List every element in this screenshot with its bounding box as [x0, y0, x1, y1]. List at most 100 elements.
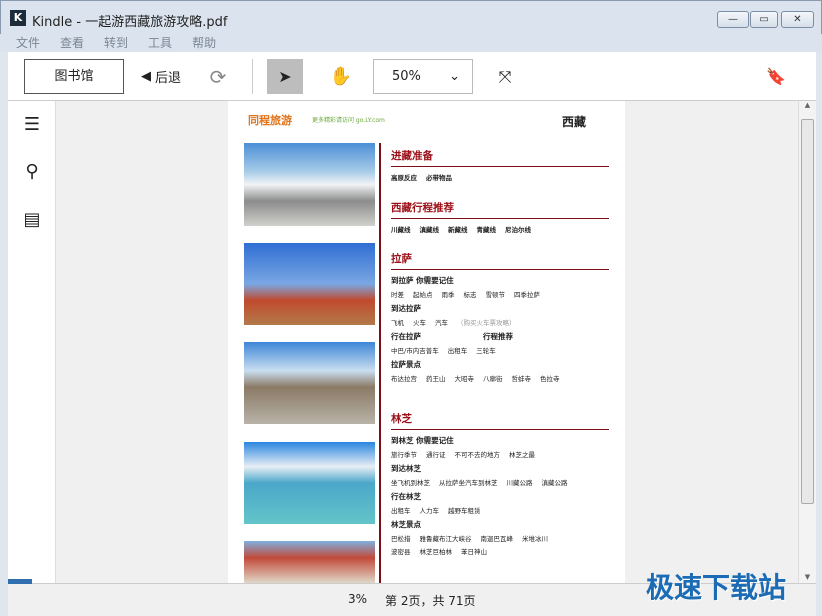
section-title: 进藏准备 — [391, 148, 609, 167]
link[interactable]: 不可不去的地方 — [455, 451, 501, 459]
scroll-up-icon[interactable]: ▲ — [799, 101, 816, 109]
notes-icon[interactable]: ▤ — [20, 208, 44, 232]
sidebar: ☰ ⚲ ▤ — [8, 101, 56, 583]
link[interactable]: 滇藏公路 — [542, 479, 568, 487]
link[interactable]: 旅行季节 — [391, 451, 417, 459]
link[interactable]: 高原反应 — [391, 174, 417, 182]
link[interactable]: 通行证 — [426, 451, 446, 459]
building-photo — [244, 541, 375, 583]
link[interactable]: 人力车 — [420, 507, 440, 515]
link[interactable]: 出租车 — [448, 347, 468, 355]
section-prep: 进藏准备 高原反应 必带物品 — [391, 148, 609, 185]
link[interactable]: 尼泊尔线 — [505, 226, 531, 234]
lake-photo — [244, 442, 375, 524]
link[interactable]: 越野车租赁 — [448, 507, 481, 515]
link[interactable]: 出租车 — [391, 507, 411, 515]
link[interactable]: 雪顿节 — [486, 291, 506, 299]
link[interactable]: 林芝巨柏林 — [420, 548, 453, 556]
library-button[interactable]: 图书馆 — [24, 59, 124, 94]
link[interactable]: 波密县 — [391, 548, 411, 556]
link[interactable]: 汽车 — [435, 319, 448, 327]
reading-progress-bar — [8, 579, 32, 584]
add-bookmark-icon[interactable]: 🔖 — [764, 59, 788, 94]
subheading: 林芝景点 — [391, 519, 609, 530]
link[interactable]: 坐飞机到林芝 — [391, 479, 430, 487]
chevron-down-icon: ⌄ — [449, 60, 460, 93]
link[interactable]: 必带物品 — [426, 174, 452, 182]
select-cursor-button[interactable]: ➤ — [267, 59, 303, 94]
menu-file[interactable]: 文件 — [16, 34, 40, 51]
link[interactable]: 新藏线 — [448, 226, 468, 234]
link[interactable]: 色拉寺 — [540, 375, 560, 383]
link[interactable]: 川藏线 — [391, 226, 411, 234]
scroll-thumb[interactable] — [801, 119, 814, 504]
minimize-button[interactable]: — — [717, 11, 749, 28]
refresh-icon[interactable]: ⟳ — [203, 59, 233, 94]
subheading: 到达林芝 — [391, 463, 609, 474]
zoom-value: 50% — [392, 69, 421, 84]
section-title: 西藏行程推荐 — [391, 200, 609, 219]
link[interactable]: 布达拉宫 — [391, 375, 417, 383]
link[interactable]: 八廓街 — [483, 375, 503, 383]
subheading: 行在林芝 — [391, 491, 609, 502]
fullscreen-icon[interactable]: ⤧ — [490, 59, 520, 94]
link[interactable]: 中巴/市内吉普车 — [391, 347, 439, 355]
subheading: 行在拉萨 — [391, 332, 421, 341]
subheading: 到达拉萨 — [391, 303, 609, 314]
section-lhasa: 拉萨 到拉萨 你需要记住 时差起始点雨季标志雪顿节四季拉萨 到达拉萨 飞机火车汽… — [391, 251, 609, 386]
table-of-contents-icon[interactable]: ☰ — [20, 113, 44, 137]
link[interactable]: 时差 — [391, 291, 404, 299]
menu-bar: 文件 查看 转到 工具 帮助 — [0, 34, 822, 52]
link[interactable]: 林芝之最 — [509, 451, 535, 459]
link[interactable]: 米堆冰川 — [522, 535, 548, 543]
link[interactable]: 药王山 — [426, 375, 446, 383]
divider-line — [379, 143, 381, 583]
menu-goto[interactable]: 转到 — [104, 34, 128, 51]
watermark: 极速下载站 — [646, 566, 786, 606]
hand-tool-button[interactable]: ✋ — [326, 59, 356, 94]
link[interactable]: 雅鲁藏布江大峡谷 — [420, 535, 472, 543]
menu-tools[interactable]: 工具 — [148, 34, 172, 51]
note-link[interactable]: （购买火车票攻略） — [457, 319, 516, 327]
subheading: 行程推荐 — [483, 332, 513, 341]
link[interactable]: 哲蚌寺 — [512, 375, 532, 383]
back-icon: ◀ — [141, 69, 151, 84]
subheading: 到林芝 你需要记住 — [391, 435, 609, 446]
close-button[interactable]: ✕ — [781, 11, 814, 28]
link[interactable]: 青藏线 — [477, 226, 497, 234]
link[interactable]: 标志 — [464, 291, 477, 299]
menu-view[interactable]: 查看 — [60, 34, 84, 51]
menu-help[interactable]: 帮助 — [192, 34, 216, 51]
link[interactable]: 巴松措 — [391, 535, 411, 543]
pdf-page: 同程旅游 更多精彩请访问 go.LY.com 西藏 进藏准备 高原反应必带物品 … — [228, 101, 625, 583]
link[interactable]: 雨季 — [442, 291, 455, 299]
link[interactable]: 从拉萨坐汽车到林芝 — [439, 479, 498, 487]
section-title: 拉萨 — [391, 251, 609, 270]
back-button[interactable]: ◀ 后退 — [136, 59, 186, 94]
search-icon[interactable]: ⚲ — [20, 160, 44, 184]
vertical-scrollbar[interactable]: ▲ ▼ — [798, 101, 816, 583]
link[interactable]: 三轮车 — [476, 347, 496, 355]
link[interactable]: 起始点 — [413, 291, 433, 299]
maximize-button[interactable]: ▭ — [750, 11, 778, 28]
square-photo — [244, 342, 375, 424]
link[interactable]: 飞机 — [391, 319, 404, 327]
percent-read: 3% — [348, 592, 367, 606]
link[interactable]: 滇藏线 — [420, 226, 440, 234]
link[interactable]: 四季拉萨 — [514, 291, 540, 299]
reader-area: ☰ ⚲ ▤ 同程旅游 更多精彩请访问 go.LY.com 西藏 进藏准备 高原反… — [8, 101, 816, 583]
scroll-down-icon[interactable]: ▼ — [799, 573, 816, 581]
toolbar: 图书馆 ◀ 后退 ⟳ ➤ ✋ 50% ⌄ ⤧ 🔖 — [8, 52, 816, 101]
section-title: 林芝 — [391, 411, 609, 430]
link[interactable]: 大昭寺 — [455, 375, 475, 383]
link[interactable]: 川藏公路 — [507, 479, 533, 487]
link[interactable]: 苯日神山 — [461, 548, 487, 556]
logo: 同程旅游 — [248, 112, 292, 128]
stupa-photo — [244, 243, 375, 325]
back-label: 后退 — [155, 67, 181, 86]
link[interactable]: 南迦巴瓦峰 — [481, 535, 514, 543]
zoom-select[interactable]: 50% ⌄ — [373, 59, 473, 94]
title-bar: K Kindle - 一起游西藏旅游攻略.pdf — ▭ ✕ — [0, 0, 822, 36]
kindle-icon: K — [10, 10, 26, 26]
link[interactable]: 火车 — [413, 319, 426, 327]
